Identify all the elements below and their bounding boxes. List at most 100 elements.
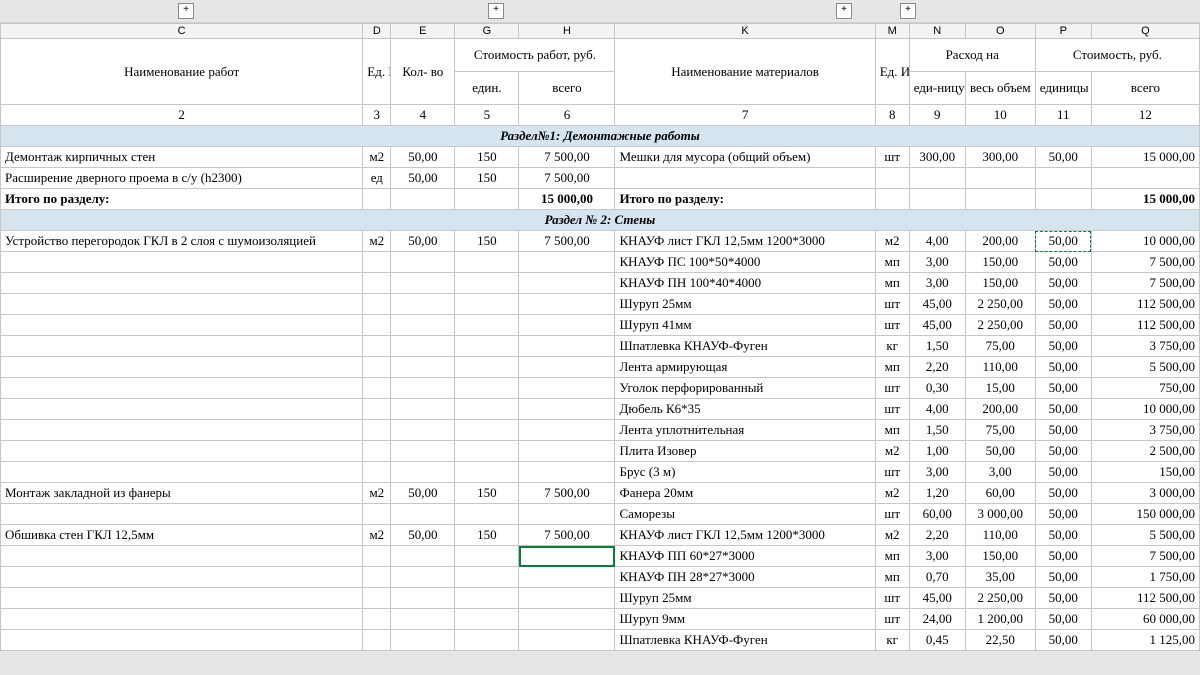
hdr-work-cost[interactable]: Стоимость работ, руб. [455,39,615,72]
cell[interactable]: 110,00 [965,525,1035,546]
cell[interactable] [1,378,363,399]
cell[interactable]: 60,00 [909,504,965,525]
cell[interactable] [1,462,363,483]
cell[interactable]: шт [875,294,909,315]
cell[interactable]: КНАУФ ПН 28*27*3000 [615,567,875,588]
cell[interactable] [519,315,615,336]
cell[interactable]: м2 [363,147,391,168]
cell[interactable]: 110,00 [965,357,1035,378]
spreadsheet[interactable]: C D E G H K M N O P Q Наименование работ… [0,23,1200,651]
cell[interactable] [455,441,519,462]
cell[interactable]: 150,00 [965,546,1035,567]
cell[interactable]: 4,00 [909,231,965,252]
cell[interactable] [519,441,615,462]
cell[interactable]: Шуруп 9мм [615,609,875,630]
cell[interactable]: 150 [455,483,519,504]
cell[interactable]: шт [875,462,909,483]
cell[interactable] [363,546,391,567]
hdr-work-name[interactable]: Наименование работ [1,39,363,105]
cell[interactable]: Брус (3 м) [615,462,875,483]
cell[interactable]: 3 000,00 [965,504,1035,525]
cell[interactable] [455,567,519,588]
cell[interactable]: кг [875,630,909,651]
col-header[interactable]: K [615,24,875,39]
cell[interactable]: Саморезы [615,504,875,525]
cell[interactable]: КНАУФ лист ГКЛ 12,5мм 1200*3000 [615,525,875,546]
cell[interactable]: 1 125,00 [1091,630,1199,651]
hdr-total[interactable]: всего [519,72,615,105]
subtotal-label[interactable]: Итого по разделу: [615,189,875,210]
cell[interactable]: 150 000,00 [1091,504,1199,525]
cell[interactable] [363,294,391,315]
cell[interactable] [391,399,455,420]
cell[interactable] [455,546,519,567]
cell[interactable]: 3,00 [909,273,965,294]
cell[interactable] [455,252,519,273]
cell[interactable]: 150 [455,231,519,252]
cell[interactable] [455,378,519,399]
cell[interactable] [519,462,615,483]
cell[interactable]: 2,20 [909,525,965,546]
cell[interactable] [455,336,519,357]
cell[interactable]: 50,00 [1035,294,1091,315]
col-header[interactable]: Q [1091,24,1199,39]
cell[interactable] [363,336,391,357]
cell[interactable] [391,630,455,651]
cell[interactable]: 3 750,00 [1091,336,1199,357]
cell[interactable]: Лента уплотнительная [615,420,875,441]
cell[interactable]: м2 [363,231,391,252]
cell[interactable] [1,357,363,378]
cell[interactable] [455,420,519,441]
cell[interactable] [363,567,391,588]
table-row[interactable]: Раздел№1: Демонтажные работы [1,126,1200,147]
table-row[interactable]: Расширение дверного проема в с/у (h2300)… [1,168,1200,189]
cell[interactable] [391,420,455,441]
cell[interactable] [391,336,455,357]
cell[interactable] [363,357,391,378]
cell[interactable] [1,609,363,630]
cell[interactable] [909,168,965,189]
cell[interactable] [455,315,519,336]
cell[interactable]: 112 500,00 [1091,588,1199,609]
cell[interactable]: 150 [455,147,519,168]
cell[interactable] [391,378,455,399]
cell[interactable]: 750,00 [1091,378,1199,399]
cell[interactable]: 2 250,00 [965,588,1035,609]
cell[interactable] [519,420,615,441]
cell[interactable]: 1 750,00 [1091,567,1199,588]
cell[interactable]: 3 000,00 [1091,483,1199,504]
cell[interactable]: 4,00 [909,399,965,420]
cell[interactable]: Шуруп 25мм [615,294,875,315]
cell[interactable] [1,567,363,588]
cell[interactable]: шт [875,609,909,630]
cell[interactable]: кг [875,336,909,357]
col-header[interactable]: C [1,24,363,39]
cell[interactable]: 50,00 [1035,231,1091,252]
cell[interactable] [1035,168,1091,189]
cell[interactable]: 7 500,00 [519,483,615,504]
cell[interactable]: м2 [875,441,909,462]
table-row[interactable]: Устройство перегородок ГКЛ в 2 слоя с шу… [1,231,1200,252]
table-row[interactable]: Демонтаж кирпичных стенм250,001507 500,0… [1,147,1200,168]
table-row[interactable]: КНАУФ ПН 28*27*3000мп0,7035,0050,001 750… [1,567,1200,588]
cell[interactable] [455,588,519,609]
cell[interactable]: 50,00 [1035,441,1091,462]
outline-expand-2[interactable]: + [488,3,504,19]
cell[interactable] [363,315,391,336]
cell[interactable]: 45,00 [909,588,965,609]
cell[interactable]: 50,00 [1035,525,1091,546]
cell[interactable]: шт [875,147,909,168]
cell[interactable]: 15,00 [965,378,1035,399]
cell[interactable]: м2 [875,483,909,504]
cell[interactable] [1,399,363,420]
table-row[interactable]: Дюбель К6*35шт4,00200,0050,0010 000,00 [1,399,1200,420]
cell[interactable] [519,273,615,294]
cell[interactable]: 50,00 [1035,315,1091,336]
table-row[interactable]: Шуруп 41ммшт45,002 250,0050,00112 500,00 [1,315,1200,336]
cell[interactable]: Обшивка стен ГКЛ 12,5мм [1,525,363,546]
cell[interactable]: Демонтаж кирпичных стен [1,147,363,168]
cell[interactable]: шт [875,588,909,609]
cell[interactable]: КНАУФ ПН 100*40*4000 [615,273,875,294]
cell[interactable] [519,567,615,588]
cell[interactable]: 1 200,00 [965,609,1035,630]
